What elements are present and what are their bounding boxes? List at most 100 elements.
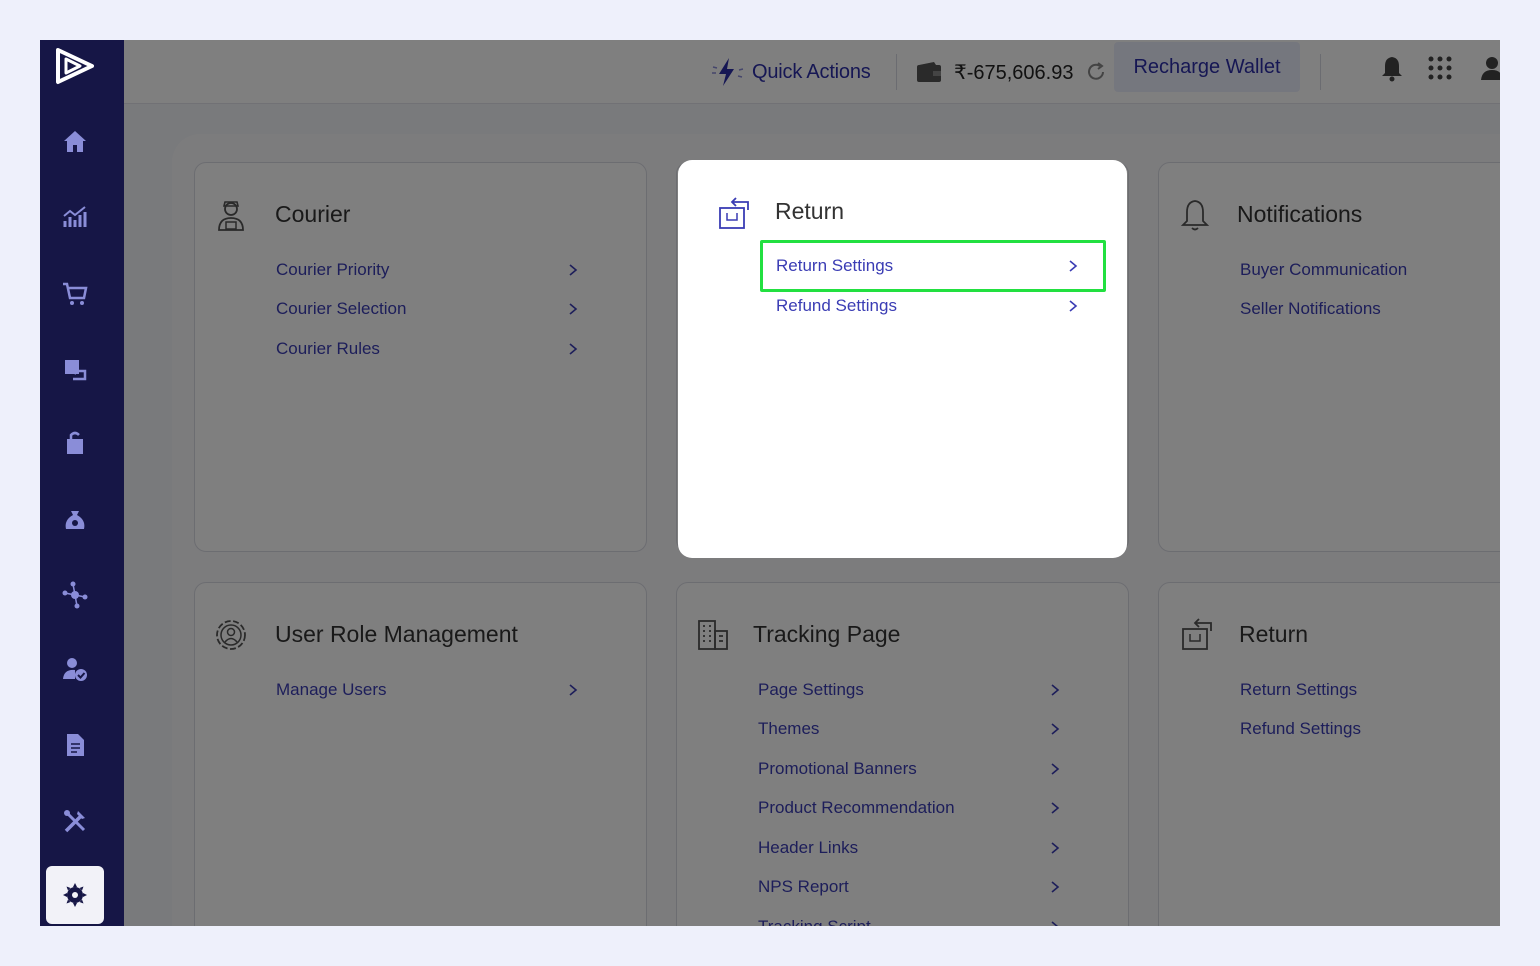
app-window: Quick Actions ₹-675,606.93 Recharge Wall… bbox=[40, 40, 1500, 926]
link-buyer-communication[interactable]: Buyer Communication bbox=[1240, 255, 1500, 285]
card-title: User Role Management bbox=[275, 621, 518, 647]
card-title: Notifications bbox=[1237, 201, 1363, 227]
link-label: NPS Report bbox=[758, 877, 849, 896]
chevron-right-icon bbox=[569, 343, 578, 355]
apps-grid-icon[interactable] bbox=[1426, 54, 1454, 82]
analytics-icon bbox=[63, 206, 87, 227]
link-label: Return Settings bbox=[1240, 680, 1358, 699]
link-nps-report[interactable]: NPS Report bbox=[758, 872, 1062, 902]
link-refund-settings[interactable]: Refund Settings bbox=[1240, 714, 1500, 744]
network-icon bbox=[62, 581, 88, 609]
chevron-right-icon bbox=[569, 264, 578, 276]
link-label: Courier Rules bbox=[276, 339, 380, 358]
chevron-right-icon bbox=[569, 303, 578, 315]
refresh-icon[interactable] bbox=[1085, 61, 1107, 83]
link-label: Buyer Communication bbox=[1240, 260, 1408, 279]
return-card-secondary: Return Return Settings Refund Settings bbox=[1158, 582, 1500, 926]
gear-icon bbox=[63, 883, 87, 907]
link-header-links[interactable]: Header Links bbox=[758, 833, 1062, 863]
link-label: Tracking Script bbox=[758, 917, 871, 926]
link-courier-rules[interactable]: Courier Rules bbox=[276, 334, 580, 364]
money-bag-icon bbox=[65, 511, 85, 529]
link-label: Themes bbox=[758, 719, 820, 738]
sidebar-item-reports[interactable] bbox=[46, 716, 104, 774]
courier-card: Courier Courier Priority Courier Selecti… bbox=[194, 162, 647, 552]
card-title: Tracking Page bbox=[753, 621, 901, 647]
link-refund-settings[interactable]: Refund Settings bbox=[776, 291, 1080, 321]
link-label: Courier Priority bbox=[276, 260, 390, 279]
bell-outline-icon bbox=[1180, 200, 1210, 231]
link-tracking-script[interactable]: Tracking Script bbox=[758, 912, 1062, 926]
link-themes[interactable]: Themes bbox=[758, 714, 1062, 744]
link-label: Courier Selection bbox=[276, 299, 407, 318]
link-return-settings[interactable]: Return Settings bbox=[1240, 675, 1500, 705]
link-promotional-banners[interactable]: Promotional Banners bbox=[758, 754, 1062, 784]
link-label: Seller Notifications bbox=[1240, 299, 1381, 318]
chevron-right-icon bbox=[1069, 260, 1078, 272]
sidebar-item-cod[interactable] bbox=[46, 490, 104, 548]
chevron-right-icon bbox=[1051, 921, 1059, 926]
link-label: Header Links bbox=[758, 838, 859, 857]
recharge-wallet-button[interactable]: Recharge Wallet bbox=[1114, 42, 1300, 92]
lightning-icon bbox=[712, 58, 744, 86]
user-check-icon bbox=[63, 658, 87, 681]
sidebar-item-returns[interactable] bbox=[46, 340, 104, 398]
chevron-right-icon bbox=[1051, 802, 1060, 814]
chevron-right-icon bbox=[1051, 684, 1060, 696]
wallet-amount: ₹-675,606.93 bbox=[954, 61, 1074, 84]
sidebar bbox=[40, 40, 124, 926]
card-title: Return bbox=[775, 198, 845, 224]
link-label: Refund Settings bbox=[776, 296, 897, 315]
logo-icon[interactable] bbox=[52, 42, 98, 90]
link-return-settings[interactable]: Return Settings bbox=[776, 251, 1080, 281]
chevron-right-icon bbox=[1051, 723, 1060, 735]
link-manage-users[interactable]: Manage Users bbox=[276, 675, 580, 705]
home-icon bbox=[64, 131, 86, 152]
sidebar-item-analytics[interactable] bbox=[46, 188, 104, 246]
return-card: Return Return Settings Refund Settings bbox=[678, 160, 1127, 558]
sidebar-item-settings[interactable] bbox=[46, 866, 104, 924]
link-page-settings[interactable]: Page Settings bbox=[758, 675, 1062, 705]
return-box-icon bbox=[65, 360, 87, 381]
quick-actions-label: Quick Actions bbox=[752, 60, 871, 83]
chevron-right-icon bbox=[1051, 881, 1060, 893]
sidebar-item-orders[interactable] bbox=[46, 264, 104, 322]
sidebar-item-shipments[interactable] bbox=[46, 414, 104, 472]
sidebar-item-tools[interactable] bbox=[46, 792, 104, 850]
link-label: Page Settings bbox=[758, 680, 864, 699]
link-label: Promotional Banners bbox=[758, 759, 917, 778]
cart-icon bbox=[63, 282, 88, 305]
sidebar-item-home[interactable] bbox=[46, 112, 104, 170]
package-icon bbox=[67, 431, 83, 454]
divider bbox=[896, 54, 897, 90]
courier-person-icon bbox=[218, 201, 244, 231]
sidebar-item-users[interactable] bbox=[46, 640, 104, 698]
link-seller-notifications[interactable]: Seller Notifications bbox=[1240, 294, 1500, 324]
link-courier-priority[interactable]: Courier Priority bbox=[276, 255, 580, 285]
user-gear-icon bbox=[216, 620, 246, 650]
divider bbox=[1320, 54, 1321, 90]
building-icon bbox=[698, 620, 728, 650]
user-avatar-icon[interactable] bbox=[1478, 54, 1500, 82]
sidebar-item-integrations[interactable] bbox=[46, 566, 104, 624]
link-label: Manage Users bbox=[276, 680, 387, 699]
link-label: Product Recommendation bbox=[758, 798, 955, 817]
link-courier-selection[interactable]: Courier Selection bbox=[276, 294, 580, 324]
user-role-card: User Role Management Manage Users bbox=[194, 582, 647, 926]
wallet-icon bbox=[917, 62, 941, 82]
quick-actions-button[interactable]: Quick Actions bbox=[710, 52, 871, 92]
link-product-recommendation[interactable]: Product Recommendation bbox=[758, 793, 1062, 823]
tools-icon bbox=[64, 810, 86, 833]
card-title: Courier bbox=[275, 201, 351, 227]
topbar: Quick Actions ₹-675,606.93 Recharge Wall… bbox=[124, 40, 1500, 104]
card-title: Return bbox=[1239, 621, 1309, 647]
return-box-icon bbox=[719, 197, 749, 229]
return-box-icon bbox=[1182, 618, 1212, 650]
notifications-card: Notifications Buyer Communication Seller… bbox=[1158, 162, 1500, 552]
wallet-balance: ₹-675,606.93 bbox=[916, 52, 1107, 92]
chevron-right-icon bbox=[1051, 763, 1060, 775]
chevron-right-icon bbox=[1069, 300, 1078, 312]
document-icon bbox=[67, 734, 84, 756]
tracking-page-card: Tracking Page Page Settings Themes Promo… bbox=[676, 582, 1129, 926]
bell-icon[interactable] bbox=[1378, 54, 1406, 82]
